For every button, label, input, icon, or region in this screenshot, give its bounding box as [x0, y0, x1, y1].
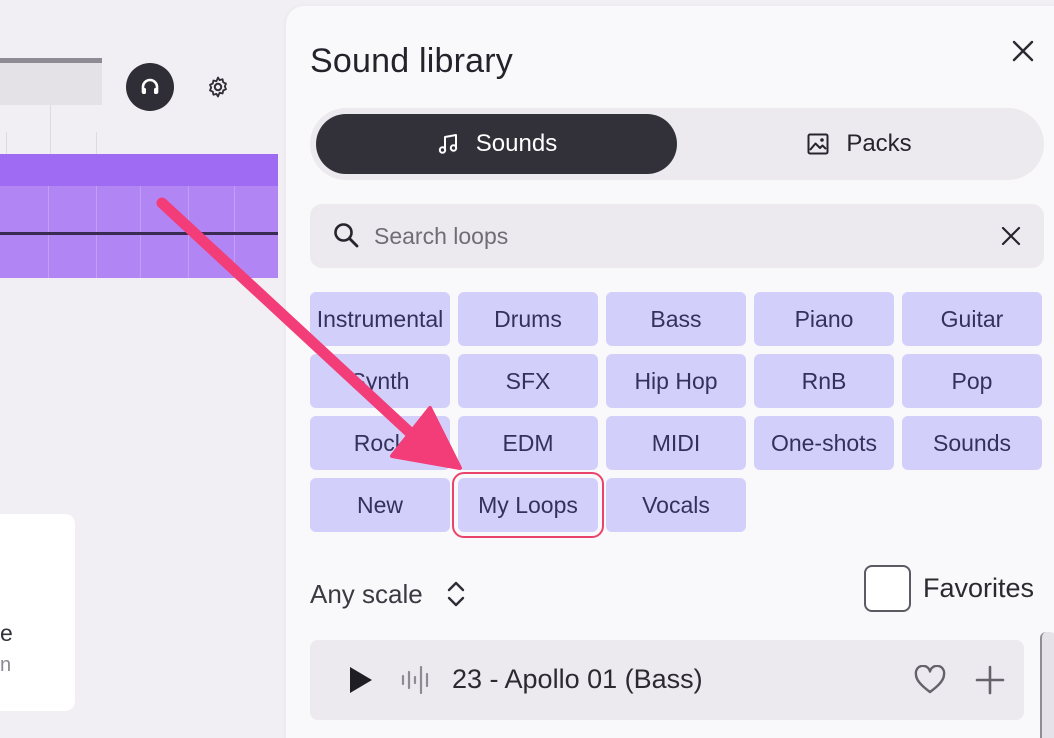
- list-item[interactable]: 23 - Apollo 01 (Bass): [310, 640, 1024, 720]
- chip-drums[interactable]: Drums: [458, 292, 598, 346]
- tab-packs[interactable]: Packs: [679, 114, 1039, 174]
- chip-pop[interactable]: Pop: [902, 354, 1042, 408]
- tab-sounds[interactable]: Sounds: [316, 114, 677, 174]
- plus-icon[interactable]: [974, 664, 1006, 696]
- side-card-text: e: [0, 620, 13, 646]
- chip-guitar[interactable]: Guitar: [902, 292, 1042, 346]
- gear-icon: [209, 76, 227, 98]
- chip-midi[interactable]: MIDI: [606, 416, 746, 470]
- chip-my-loops[interactable]: My Loops: [452, 472, 604, 538]
- chip-instrumental[interactable]: Instrumental: [310, 292, 450, 346]
- ruler-tick: [50, 105, 51, 154]
- close-button[interactable]: [1008, 36, 1038, 66]
- ruler-tick: [96, 132, 97, 154]
- close-icon: [1012, 40, 1034, 62]
- chip-hip-hop[interactable]: Hip Hop: [606, 354, 746, 408]
- favorites-checkbox[interactable]: [864, 564, 911, 612]
- chevron-up-down-icon: [447, 581, 464, 607]
- chip-one-shots[interactable]: One-shots: [754, 416, 894, 470]
- chip-edm[interactable]: EDM: [458, 416, 598, 470]
- chip-piano[interactable]: Piano: [754, 292, 894, 346]
- scale-select-label: Any scale: [310, 578, 423, 609]
- chip-sounds[interactable]: Sounds: [902, 416, 1042, 470]
- library-tabs: Sounds Packs: [310, 108, 1044, 180]
- close-icon: [1001, 226, 1021, 246]
- waveform-icon: [401, 665, 429, 695]
- sound-library-panel: Sound library Sounds Packs Search loops …: [286, 6, 1054, 738]
- search-bar: [310, 204, 1044, 268]
- scrollbar[interactable]: [1040, 632, 1054, 738]
- track-header: [0, 154, 278, 186]
- play-icon[interactable]: [344, 664, 376, 696]
- favorites-toggle[interactable]: Favorites: [864, 564, 1034, 612]
- settings-button[interactable]: [201, 70, 235, 104]
- search-input[interactable]: [374, 214, 974, 258]
- music-note-icon: [438, 134, 457, 154]
- tab-packs-label: Packs: [846, 130, 912, 157]
- side-card[interactable]: e n: [0, 514, 75, 711]
- chip-sfx[interactable]: SFX: [458, 354, 598, 408]
- tab-sounds-label: Sounds: [475, 130, 558, 157]
- scale-select[interactable]: Any scale: [310, 576, 467, 612]
- loop-title: 23 - Apollo 01 (Bass): [452, 664, 703, 694]
- search-icon: [334, 223, 359, 248]
- ruler-tick: [6, 132, 7, 154]
- chip-vocals[interactable]: Vocals: [606, 478, 746, 532]
- panel-title: Sound library: [310, 42, 513, 80]
- favorites-label: Favorites: [923, 572, 1035, 603]
- headphones-icon: [141, 78, 159, 94]
- track-waveform: [0, 232, 278, 235]
- chip-synth[interactable]: Synth: [310, 354, 450, 408]
- workspace-area: e n: [0, 0, 286, 738]
- side-card-subtext: n: [0, 654, 12, 676]
- headphones-button[interactable]: [126, 63, 174, 111]
- audio-track-region[interactable]: [0, 154, 278, 278]
- chip-new[interactable]: New: [310, 478, 450, 532]
- chip-rnb[interactable]: RnB: [754, 354, 894, 408]
- image-icon: [807, 133, 829, 155]
- chip-rock[interactable]: Rock: [310, 416, 450, 470]
- timeline-bar[interactable]: [0, 58, 102, 105]
- heart-icon[interactable]: [914, 665, 946, 695]
- chip-bass[interactable]: Bass: [606, 292, 746, 346]
- search-clear-button[interactable]: [996, 221, 1026, 251]
